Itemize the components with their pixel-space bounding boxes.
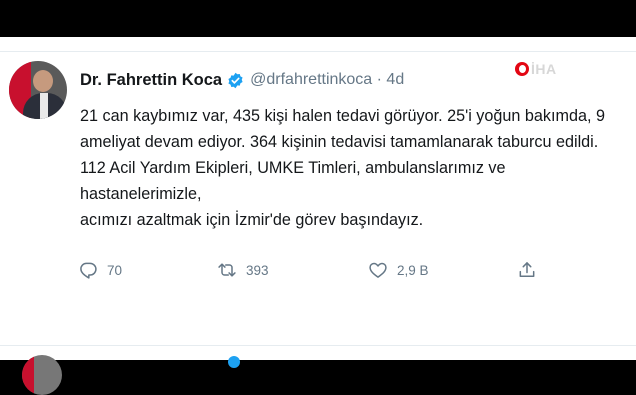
like-button[interactable]: 2,9 B bbox=[368, 258, 429, 282]
iha-logo-text: İHA bbox=[531, 61, 557, 77]
share-button[interactable] bbox=[517, 258, 537, 282]
like-count: 2,9 B bbox=[397, 262, 429, 278]
author-handle[interactable]: @drfahrettinkoca bbox=[250, 71, 372, 89]
author-name[interactable]: Dr. Fahrettin Koca bbox=[80, 71, 222, 90]
tweet-actions: 70 393 2,9 B bbox=[78, 258, 558, 282]
reply-count: 70 bbox=[107, 262, 123, 278]
share-icon bbox=[519, 262, 535, 277]
reply-icon bbox=[80, 262, 97, 279]
like-icon bbox=[369, 262, 387, 278]
author-avatar[interactable] bbox=[9, 61, 67, 119]
retweet-count: 393 bbox=[246, 262, 269, 278]
next-avatar-flag bbox=[22, 355, 34, 395]
reply-button[interactable]: 70 bbox=[78, 258, 122, 282]
avatar-face bbox=[33, 70, 53, 92]
avatar-shirt bbox=[40, 93, 48, 119]
top-divider bbox=[0, 51, 636, 52]
retweet-icon bbox=[218, 263, 236, 277]
tweet-header: Dr. Fahrettin Koca @drfahrettinkoca · 4d bbox=[80, 69, 404, 91]
retweet-button[interactable]: 393 bbox=[217, 258, 269, 282]
separator-dot: · bbox=[372, 71, 387, 88]
iha-watermark: İHA bbox=[515, 60, 557, 78]
next-verified-badge-icon bbox=[228, 356, 240, 368]
next-tweet-avatar[interactable] bbox=[22, 355, 62, 395]
verified-badge-icon bbox=[227, 72, 244, 89]
tweet-text: 21 can kaybımız var, 435 kişi halen teda… bbox=[80, 107, 605, 229]
tweet-time[interactable]: 4d bbox=[386, 71, 404, 89]
iha-logo-icon bbox=[515, 62, 529, 76]
bottom-divider bbox=[0, 345, 636, 346]
